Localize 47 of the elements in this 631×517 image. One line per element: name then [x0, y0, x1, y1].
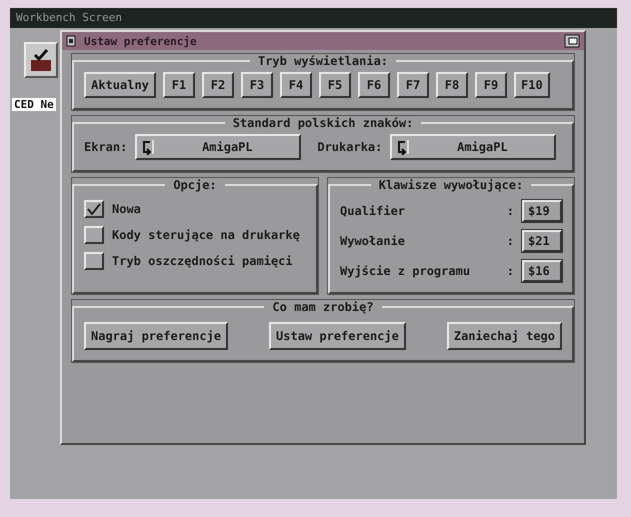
window-title-bar[interactable]: Ustaw preferencje — [62, 32, 584, 50]
hotkey-label: Wyjście z programu — [340, 264, 470, 278]
checkbox[interactable] — [84, 226, 104, 244]
action-button[interactable]: Nagraj preferencje — [84, 322, 228, 350]
checkbox-label: Nowa — [112, 202, 141, 216]
depth-icon[interactable] — [564, 34, 580, 48]
separator: : — [506, 234, 514, 248]
mode-button[interactable]: F7 — [397, 72, 429, 98]
mode-button[interactable]: F2 — [202, 72, 234, 98]
group-title: Tryb wyświetlania: — [256, 54, 390, 68]
mode-button[interactable]: Aktualny — [84, 72, 156, 98]
field-label: Drukarka: — [317, 140, 382, 154]
group-title: Co mam zrobię? — [271, 300, 375, 314]
checkbox[interactable] — [84, 252, 104, 270]
checkbox[interactable] — [84, 200, 104, 218]
mode-button[interactable]: F9 — [475, 72, 507, 98]
group-title: Opcje: — [172, 178, 218, 192]
screen-title: Workbench Screen — [16, 11, 122, 24]
hotkey-field[interactable]: $16 — [522, 260, 562, 282]
cycle-icon — [396, 139, 410, 155]
cycle-icon — [141, 139, 156, 155]
hotkey-field[interactable]: $19 — [522, 200, 562, 222]
checkbox-label: Kody sterujące na drukarkę — [112, 228, 300, 242]
close-icon[interactable] — [66, 35, 76, 47]
mode-button[interactable]: F3 — [241, 72, 273, 98]
action-button[interactable]: Zaniechaj tego — [446, 322, 562, 350]
action-button[interactable]: Ustaw preferencje — [269, 322, 406, 350]
cycle-gadget[interactable]: AmigaPL — [390, 134, 556, 160]
checkbox-label: Tryb oszczędności pamięci — [112, 254, 293, 268]
mode-button[interactable]: F1 — [163, 72, 195, 98]
mode-button[interactable]: F4 — [280, 72, 312, 98]
mode-button[interactable]: F8 — [436, 72, 468, 98]
mode-button[interactable]: F5 — [319, 72, 351, 98]
field-label: Ekran: — [84, 140, 128, 154]
separator: : — [506, 204, 514, 218]
hotkey-field[interactable]: $21 — [522, 230, 562, 252]
separator: : — [506, 264, 514, 278]
cycle-gadget[interactable]: AmigaPL — [135, 134, 302, 160]
mode-button[interactable]: F10 — [514, 72, 550, 98]
hotkey-label: Qualifier — [340, 204, 406, 218]
group-title: Klawisze wywołujące: — [378, 178, 524, 192]
mode-button[interactable]: F6 — [358, 72, 390, 98]
window-title: Ustaw preferencje — [84, 34, 197, 48]
icon-label[interactable]: CED Ne — [12, 98, 56, 111]
hotkey-label: Wywołanie — [340, 234, 406, 248]
group-title: Standard polskich znaków: — [232, 116, 414, 130]
drawer-icon[interactable] — [24, 42, 58, 78]
